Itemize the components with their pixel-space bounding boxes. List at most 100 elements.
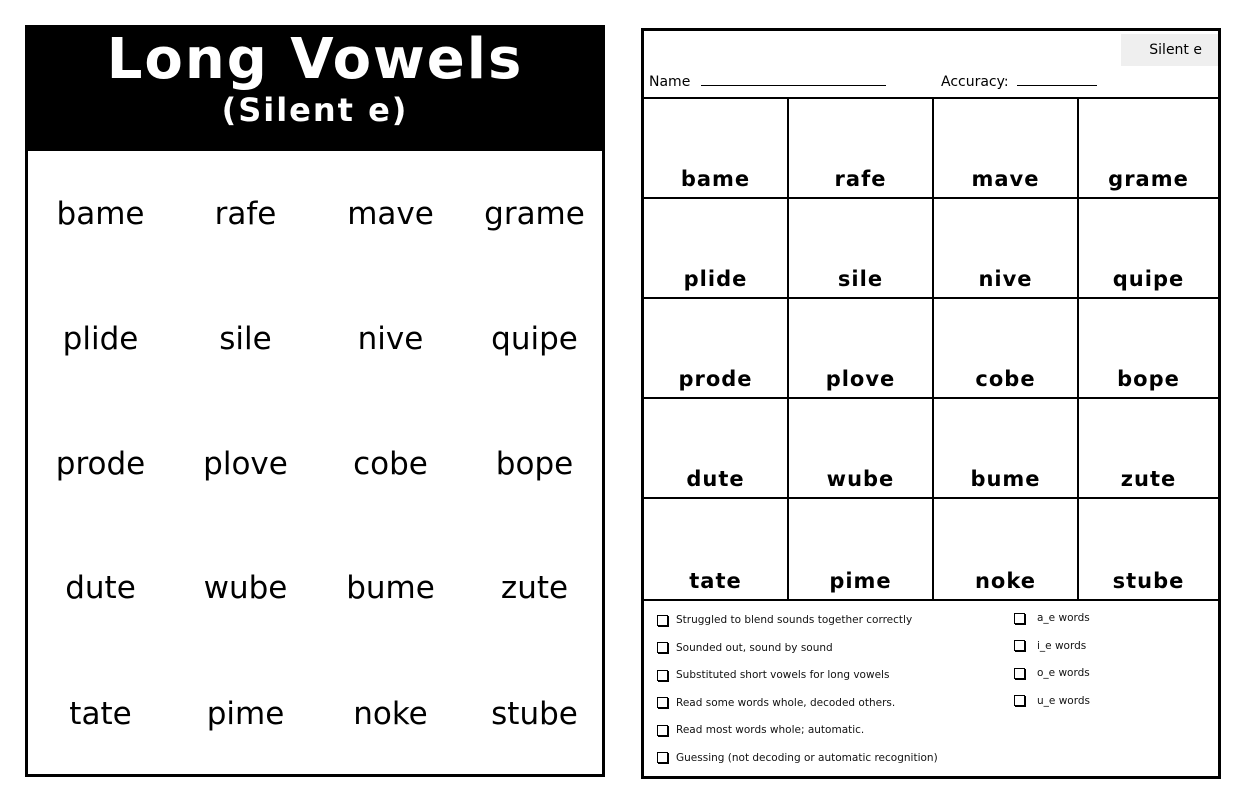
checkbox[interactable] [1014, 667, 1025, 679]
word: mave [347, 196, 434, 232]
checkbox[interactable] [1014, 640, 1025, 651]
word: dute [686, 467, 745, 491]
word: noke [974, 569, 1037, 593]
word: prode [55, 446, 146, 482]
word-cell: tate [644, 499, 789, 601]
word-cell: nive [934, 199, 1079, 299]
checkbox[interactable] [1014, 695, 1025, 706]
word: cobe [975, 367, 1036, 391]
checkbox[interactable] [657, 642, 668, 653]
accuracy-blank[interactable] [1017, 73, 1098, 86]
word: noke [353, 696, 428, 732]
word: mave [971, 167, 1040, 191]
word: tate [689, 569, 742, 593]
word-cell: bame [644, 98, 789, 199]
checkbox[interactable] [657, 752, 668, 763]
word-cell: plide [644, 199, 789, 299]
word-cell: grame [1079, 98, 1218, 199]
word-row: dute wube bume zute [28, 568, 602, 608]
word-cell: wube [789, 399, 934, 499]
word-cell: pime [789, 499, 934, 601]
observation-label: Substituted short vowels for long vowels [676, 669, 890, 681]
checkbox[interactable] [657, 614, 668, 626]
pattern-label: i_e words [1037, 639, 1087, 652]
word-cell: bume [934, 399, 1079, 499]
word: rafe [214, 196, 277, 232]
word: plove [825, 367, 896, 391]
word: grame [484, 196, 585, 232]
observation-item[interactable]: Guessing (not decoding or automatic reco… [657, 751, 938, 765]
word: pime [206, 696, 285, 732]
word: wube [203, 570, 288, 606]
accuracy-field[interactable]: Accuracy: [941, 73, 1098, 91]
pattern-item[interactable]: a_e words [1014, 611, 1090, 625]
word-cell: zute [1079, 399, 1218, 499]
word: tate [69, 696, 132, 732]
word: cobe [353, 446, 428, 482]
pattern-label: a_e words [1037, 612, 1090, 624]
observation-item[interactable]: Sounded out, sound by sound [657, 641, 833, 655]
word: wube [826, 467, 895, 491]
card-header: Long Vowels (Silent e) [28, 28, 602, 151]
word-grid: bame rafe mave grame plide sile nive quipe prode… [644, 98, 1218, 601]
name-field[interactable]: Name [649, 73, 886, 91]
word-cell: noke [934, 499, 1079, 601]
word-row: plide sile nive quipe [28, 319, 602, 359]
checkbox[interactable] [657, 724, 668, 736]
topic-tag: Silent e [1121, 34, 1218, 66]
observation-item[interactable]: Struggled to blend sounds together corre… [657, 613, 912, 627]
word: nive [357, 321, 424, 357]
word-cell: plove [789, 299, 934, 399]
word: prode [678, 367, 753, 391]
word: quipe [1112, 267, 1185, 291]
checkbox[interactable] [657, 697, 668, 708]
word: plove [203, 446, 288, 482]
word: nive [978, 267, 1033, 291]
word-list: bame rafe mave grame plide sile nive quipe prode… [28, 151, 602, 774]
name-label: Name [649, 74, 691, 90]
observation-item[interactable]: Substituted short vowels for long vowels [657, 668, 889, 682]
observation-item[interactable]: Read most words whole; automatic. [657, 723, 864, 737]
word-cell: dute [644, 399, 789, 499]
sheet-header: Silent e Name Accuracy: [644, 31, 1218, 99]
word: quipe [491, 321, 578, 357]
pattern-label: u_e words [1037, 694, 1090, 707]
card-subtitle: (Silent e) [221, 91, 409, 129]
word: sile [219, 321, 272, 357]
observation-label: Sounded out, sound by sound [676, 641, 833, 654]
word: pime [829, 569, 892, 593]
word: bume [970, 467, 1041, 491]
word: plide [683, 267, 748, 291]
word-cell: bope [1079, 299, 1218, 399]
word: rafe [834, 167, 887, 191]
reading-card: Long Vowels (Silent e) bame rafe mave grame… [25, 25, 605, 777]
pattern-item[interactable]: u_e words [1014, 694, 1090, 708]
observation-label: Struggled to blend sounds together corre… [676, 614, 913, 626]
word-row: tate pime noke stube [28, 694, 602, 734]
word-row: bame rafe mave grame [28, 194, 602, 234]
observation-label: Guessing (not decoding or automatic reco… [676, 751, 938, 764]
word: bope [495, 446, 574, 482]
observation-item[interactable]: Read some words whole, decoded others. [657, 696, 895, 710]
word: bope [1117, 367, 1180, 391]
word-cell: stube [1079, 499, 1218, 601]
assessment-sheet: Silent e Name Accuracy: bame rafe mave gram… [641, 28, 1221, 779]
word: bame [56, 196, 145, 232]
word: bume [346, 570, 435, 606]
word-row: prode plove cobe bope [28, 444, 602, 484]
name-blank[interactable] [700, 73, 886, 86]
word: zute [500, 570, 569, 606]
checkbox[interactable] [657, 669, 668, 681]
word-cell: rafe [789, 98, 934, 199]
checkbox[interactable] [1014, 612, 1025, 624]
word: dute [65, 570, 136, 606]
word: grame [1108, 167, 1189, 191]
word: plide [62, 321, 139, 357]
pattern-item[interactable]: i_e words [1014, 639, 1086, 653]
word: stube [491, 696, 578, 732]
card-title: Long Vowels [106, 27, 524, 92]
pattern-label: o_e words [1037, 667, 1090, 679]
observation-label: Read some words whole, decoded others. [676, 696, 896, 709]
pattern-item[interactable]: o_e words [1014, 666, 1090, 680]
word-cell: mave [934, 98, 1079, 199]
